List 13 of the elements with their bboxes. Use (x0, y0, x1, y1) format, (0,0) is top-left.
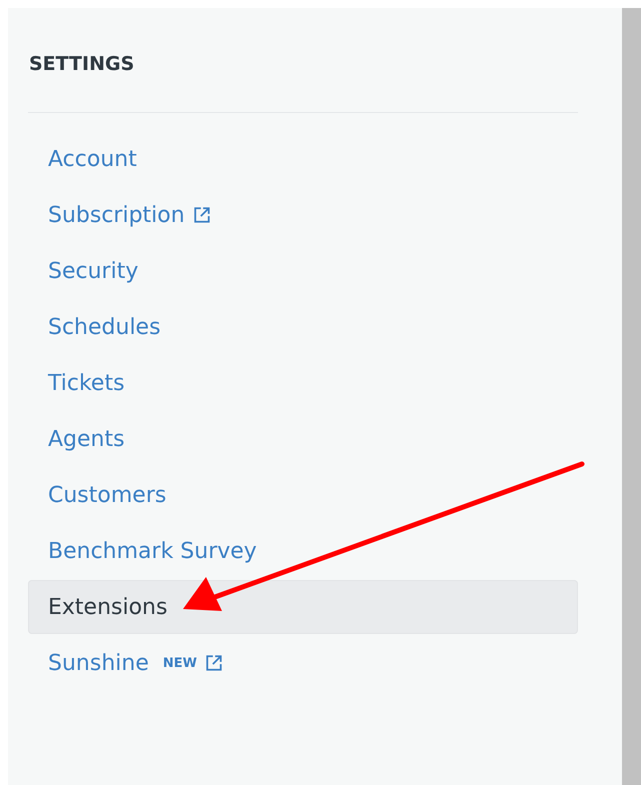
scrollbar[interactable] (622, 8, 641, 785)
sidebar-item[interactable]: Account (28, 132, 578, 186)
sidebar-item[interactable]: Benchmark Survey (28, 524, 578, 578)
sidebar-item[interactable]: Sunshine NEW (28, 636, 578, 690)
sidebar-item[interactable]: Agents (28, 412, 578, 466)
sidebar-item[interactable]: Subscription (28, 188, 578, 242)
sidebar-item[interactable]: Tickets (28, 356, 578, 410)
sidebar-item[interactable]: Schedules (28, 300, 578, 354)
new-label: NEW (162, 656, 197, 670)
sidebar-item[interactable]: Extensions (28, 580, 578, 634)
sidebar-item[interactable]: Customers (28, 468, 578, 522)
sidebar-item[interactable]: Security (28, 244, 578, 298)
sidebar-heading: SETTINGS (28, 52, 136, 76)
